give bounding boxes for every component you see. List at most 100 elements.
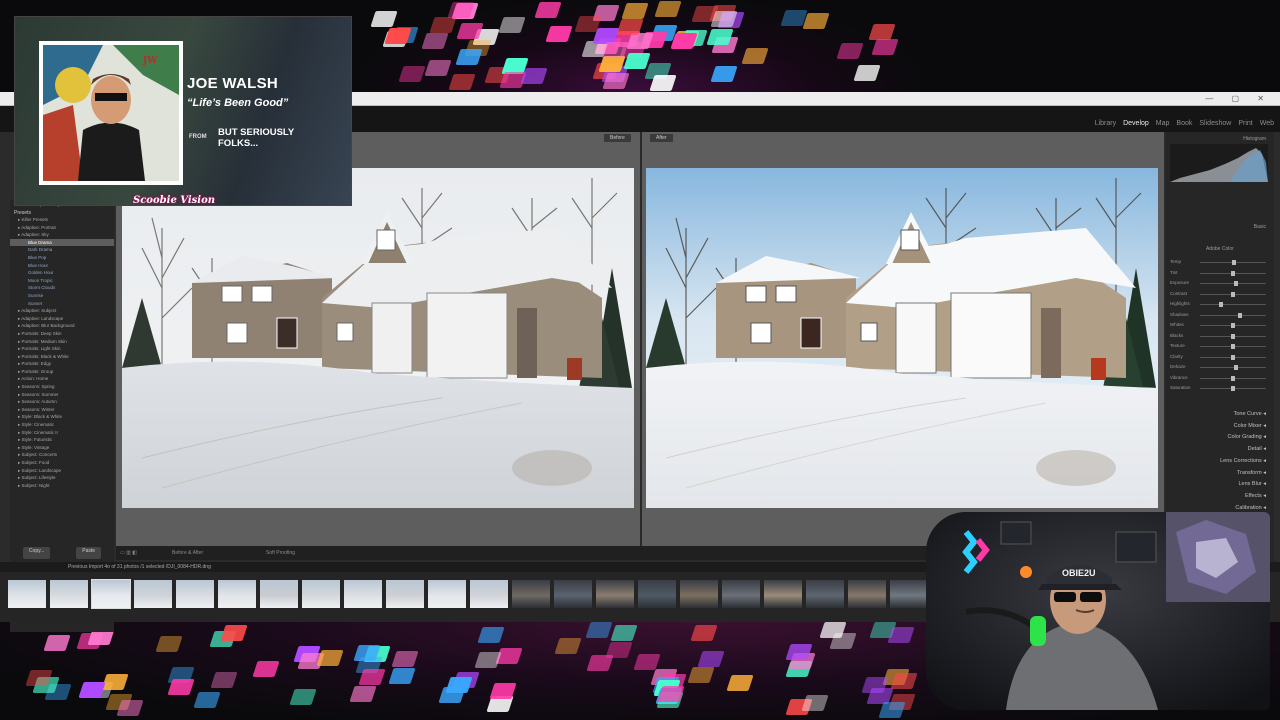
filmstrip-thumbnail[interactable]	[638, 580, 676, 608]
after-photo[interactable]	[646, 168, 1158, 508]
preset-item[interactable]: ▸ Style: Black & White	[10, 413, 114, 421]
filmstrip-thumbnail[interactable]	[554, 580, 592, 608]
preset-item[interactable]: ▸ Portraits: Edgy	[10, 360, 114, 368]
preset-item[interactable]: ▸ Subject: Lifestyle	[10, 474, 114, 482]
filmstrip-thumbnail[interactable]	[428, 580, 466, 608]
histogram-label[interactable]: Histogram	[1243, 136, 1266, 142]
preset-item[interactable]: ▸ Adaptive: Sky	[10, 231, 114, 239]
module-book[interactable]: Book	[1176, 120, 1192, 127]
slider-knob[interactable]	[1231, 333, 1235, 339]
preset-item[interactable]: ▸ Seasons: Spring	[10, 383, 114, 391]
preset-item[interactable]: ▸ Portraits: Medium Skin	[10, 338, 114, 346]
section-color-mixer[interactable]: Color Mixer ◂	[1234, 423, 1266, 429]
preset-item[interactable]: ▸ Seasons: Summer	[10, 391, 114, 399]
section-calibration[interactable]: Calibration ◂	[1235, 505, 1266, 511]
presets-header[interactable]: Presets	[10, 208, 114, 216]
section-detail[interactable]: Detail ◂	[1248, 446, 1266, 452]
slider-blacks[interactable]	[1200, 333, 1266, 339]
slider-knob[interactable]	[1231, 344, 1235, 349]
filmstrip-thumbnail[interactable]	[176, 580, 214, 608]
preset-item[interactable]: Golden Hour	[10, 269, 114, 277]
section-effects[interactable]: Effects ◂	[1245, 493, 1266, 499]
module-slideshow[interactable]: Slideshow	[1199, 120, 1231, 127]
filmstrip-thumbnail[interactable]	[344, 580, 382, 608]
preset-item[interactable]: ▸ Portraits: Group	[10, 368, 114, 376]
preset-item[interactable]: ▸ Subject: Night	[10, 482, 114, 490]
preset-item[interactable]: ▸ Action: Home	[10, 375, 114, 383]
section-color-grading[interactable]: Color Grading ◂	[1227, 434, 1266, 440]
preset-item[interactable]: ▸ Portraits: Deep Skin	[10, 330, 114, 338]
slider-vibrance[interactable]	[1200, 375, 1266, 381]
filmstrip-thumbnail[interactable]	[722, 580, 760, 608]
filmstrip-thumbnail[interactable]	[764, 580, 802, 608]
preset-item[interactable]: ▸ Subject: Landscape	[10, 467, 114, 475]
section-lens-corrections[interactable]: Lens Corrections ◂	[1220, 458, 1266, 464]
filmstrip-thumbnail[interactable]	[680, 580, 718, 608]
slider-knob[interactable]	[1231, 354, 1235, 360]
filmstrip-thumbnail[interactable]	[260, 580, 298, 608]
preset-item[interactable]: ▸ Subject: Food	[10, 459, 114, 467]
slider-knob[interactable]	[1231, 386, 1235, 391]
basic-label[interactable]: Basic	[1254, 224, 1266, 230]
filmstrip-thumbnail[interactable]	[218, 580, 256, 608]
filmstrip-thumbnail[interactable]	[91, 579, 131, 609]
preset-item[interactable]: ▸ Style: Cinematic	[10, 421, 114, 429]
preset-item[interactable]: Storm Clouds	[10, 284, 114, 292]
slider-clarity[interactable]	[1200, 354, 1266, 360]
filmstrip-thumbnail[interactable]	[470, 580, 508, 608]
preset-item[interactable]: ▸ Seasons: Winter	[10, 406, 114, 414]
module-develop[interactable]: Develop	[1123, 120, 1149, 127]
filmstrip-thumbnail[interactable]	[806, 580, 844, 608]
module-library[interactable]: Library	[1095, 120, 1116, 127]
preset-item[interactable]: Blue Pop	[10, 254, 114, 262]
filmstrip-thumbnail[interactable]	[134, 580, 172, 608]
module-print[interactable]: Print	[1238, 120, 1252, 127]
preset-item[interactable]: ▸ Style: Cinematic II	[10, 429, 114, 437]
preset-item[interactable]: Moon Tropic	[10, 277, 114, 285]
copy-button[interactable]: Copy...	[22, 547, 51, 559]
slider-shadows[interactable]	[1200, 312, 1266, 318]
preset-item[interactable]: Blue Hour	[10, 262, 114, 270]
preset-item[interactable]: Sunset	[10, 300, 114, 308]
preset-item[interactable]: ▸ Killer Presets	[10, 216, 114, 224]
slider-knob[interactable]	[1238, 312, 1243, 318]
slider-knob[interactable]	[1231, 270, 1235, 276]
window-controls[interactable]: — ▢ ✕	[1205, 94, 1272, 103]
preset-item[interactable]: Blue Drama	[10, 238, 114, 247]
section-lens-blur[interactable]: Lens Blur ◂	[1238, 481, 1266, 487]
slider-saturation[interactable]	[1200, 386, 1266, 391]
slider-knob[interactable]	[1231, 375, 1235, 381]
slider-highlights[interactable]	[1200, 302, 1266, 307]
filmstrip-thumbnail[interactable]	[50, 580, 88, 608]
preset-item[interactable]: ▸ Portraits: Light Skin	[10, 345, 114, 353]
slider-knob[interactable]	[1234, 281, 1239, 286]
filmstrip-thumbnail[interactable]	[386, 580, 424, 608]
filmstrip-thumbnail[interactable]	[512, 580, 550, 608]
profile-select[interactable]: Adobe Color	[1206, 246, 1234, 252]
section-transform[interactable]: Transform ◂	[1237, 470, 1266, 476]
slider-knob[interactable]	[1231, 291, 1235, 297]
slider-contrast[interactable]	[1200, 291, 1266, 297]
slider-knob[interactable]	[1232, 260, 1237, 265]
preset-item[interactable]: ▸ Style: Futuristic	[10, 436, 114, 444]
slider-dehaze[interactable]	[1200, 365, 1266, 370]
slider-tint[interactable]	[1200, 270, 1266, 276]
before-photo[interactable]	[122, 168, 634, 508]
preset-item[interactable]: Sunrise	[10, 292, 114, 300]
soft-proofing-checkbox[interactable]: Soft Proofing	[266, 550, 295, 556]
slider-knob[interactable]	[1234, 365, 1239, 370]
slider-exposure[interactable]	[1200, 281, 1266, 286]
filmstrip-thumbnail[interactable]	[8, 580, 46, 608]
preset-item[interactable]: ▸ Portraits: Black & White	[10, 353, 114, 361]
slider-whites[interactable]	[1200, 323, 1266, 328]
slider-temp[interactable]	[1200, 260, 1266, 265]
preset-item[interactable]: Dark Drama	[10, 246, 114, 254]
module-map[interactable]: Map	[1156, 120, 1170, 127]
filmstrip-thumbnail[interactable]	[890, 580, 928, 608]
slider-texture[interactable]	[1200, 344, 1266, 349]
preset-item[interactable]: ▸ Subject: Concerts	[10, 451, 114, 459]
section-tone-curve[interactable]: Tone Curve ◂	[1234, 411, 1266, 417]
slider-knob[interactable]	[1231, 323, 1235, 328]
filmstrip-thumbnail[interactable]	[596, 580, 634, 608]
preset-item[interactable]: ▸ Adaptive: Portrait	[10, 224, 114, 232]
